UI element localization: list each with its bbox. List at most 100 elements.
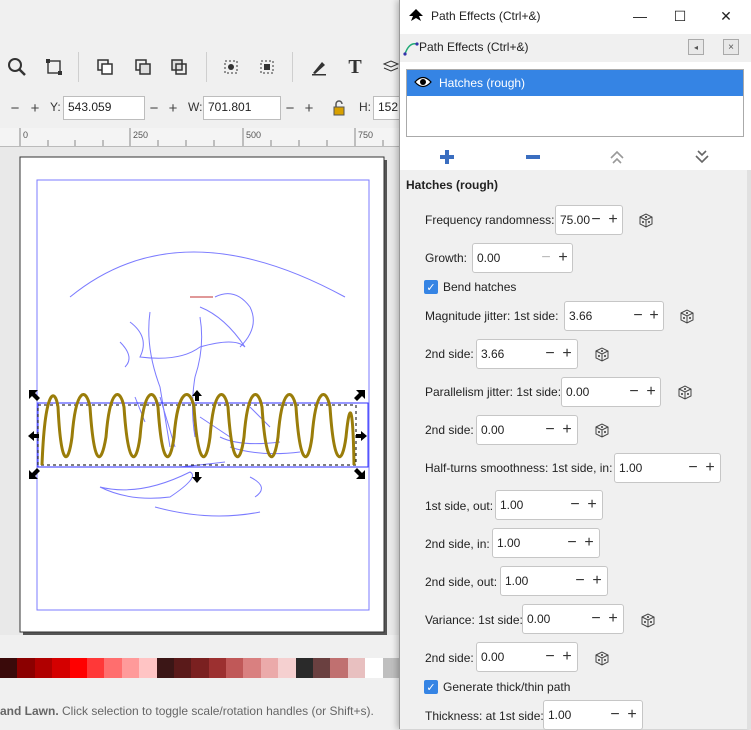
lock-icon[interactable] — [332, 100, 346, 119]
palette-swatch[interactable] — [365, 658, 383, 678]
palette-swatch[interactable] — [17, 658, 35, 678]
increment-button[interactable]: + — [699, 454, 721, 482]
bend-hatches-checkbox[interactable]: ✓ — [424, 280, 438, 294]
spinner-value[interactable]: 1.00 — [505, 574, 528, 588]
move-down-button[interactable] — [690, 145, 714, 169]
spinner-value[interactable]: 0.00 — [481, 423, 504, 437]
palette-swatch[interactable] — [173, 658, 192, 678]
palette-swatch[interactable] — [86, 658, 105, 678]
spinner-value[interactable]: 0.00 — [527, 612, 550, 626]
palette-swatch[interactable] — [295, 658, 314, 678]
half-turns-1st-out-spinner[interactable]: 1.00 − + — [495, 490, 603, 520]
randomize-dice-icon[interactable] — [594, 650, 610, 666]
randomize-dice-icon[interactable] — [594, 346, 610, 362]
y-input[interactable]: 543.059 — [63, 96, 145, 120]
half-turns-2nd-in-spinner[interactable]: 1.00 − + — [492, 528, 600, 558]
magnitude-jitter-2nd-spinner[interactable]: 3.66 − + — [476, 339, 578, 369]
growth-spinner[interactable]: 0.00 − + — [472, 243, 573, 273]
palette-swatch[interactable] — [156, 658, 174, 678]
increment-button[interactable]: + — [621, 701, 643, 729]
window-titlebar[interactable]: Path Effects (Ctrl+&) — ☐ ✕ — [400, 0, 751, 32]
palette-swatch[interactable] — [0, 658, 18, 678]
palette-swatch[interactable] — [191, 658, 209, 678]
palette-swatch[interactable] — [121, 658, 140, 678]
y-increment-button[interactable]: + — [164, 96, 182, 120]
w-increment-button[interactable]: + — [300, 96, 318, 120]
half-turns-1st-in-spinner[interactable]: 1.00 − + — [614, 453, 721, 483]
variance-2nd-spinner[interactable]: 0.00 − + — [476, 642, 578, 672]
palette-swatch[interactable] — [139, 658, 157, 678]
clone-icon[interactable] — [132, 56, 154, 78]
dock-close-button[interactable]: × — [723, 39, 739, 55]
variance-1st-spinner[interactable]: 0.00 − + — [522, 604, 624, 634]
dock-iconify-button[interactable]: ◂ — [688, 39, 704, 55]
add-effect-button[interactable] — [435, 145, 459, 169]
frequency-randomness-spinner[interactable]: 75.00 − + — [555, 205, 623, 235]
increment-button[interactable]: + — [556, 416, 578, 444]
palette-swatch[interactable] — [243, 658, 261, 678]
half-turns-2nd-out-spinner[interactable]: 1.00 − + — [500, 566, 608, 596]
thickness-1st-spinner[interactable]: 1.00 − + — [543, 700, 643, 730]
x-increment-button[interactable]: + — [26, 96, 44, 120]
move-up-button[interactable] — [605, 145, 629, 169]
spinner-value[interactable]: 0.00 — [566, 385, 589, 399]
spinner-value[interactable]: 1.00 — [548, 708, 571, 722]
y-decrement-button[interactable]: − — [145, 96, 163, 120]
randomize-dice-icon[interactable] — [638, 212, 654, 228]
palette-swatch[interactable] — [347, 658, 366, 678]
w-decrement-button[interactable]: − — [281, 96, 299, 120]
generate-thick-thin-checkbox[interactable]: ✓ — [424, 680, 438, 694]
group-icon[interactable] — [256, 56, 278, 78]
palette-swatch[interactable] — [382, 658, 400, 678]
palette-swatch[interactable] — [69, 658, 87, 678]
increment-button[interactable]: + — [602, 206, 624, 234]
color-palette[interactable] — [0, 658, 400, 678]
parallelism-jitter-1st-spinner[interactable]: 0.00 − + — [561, 377, 661, 407]
increment-button[interactable]: + — [552, 244, 574, 272]
panel-scrollbar[interactable] — [747, 170, 751, 729]
spinner-value[interactable]: 3.66 — [569, 309, 592, 323]
spinner-value[interactable]: 1.00 — [497, 536, 520, 550]
spinner-value[interactable]: 0.00 — [477, 251, 500, 265]
palette-swatch[interactable] — [52, 658, 70, 678]
palette-swatch[interactable] — [34, 658, 53, 678]
parallelism-jitter-2nd-spinner[interactable]: 0.00 − + — [476, 415, 578, 445]
x-decrement-button[interactable]: − — [6, 96, 24, 120]
maximize-button[interactable]: ☐ — [670, 6, 690, 26]
increment-button[interactable]: + — [556, 643, 578, 671]
spinner-value[interactable]: 0.00 — [481, 650, 504, 664]
list-item[interactable]: Hatches (rough) — [407, 70, 743, 96]
randomize-dice-icon[interactable] — [640, 612, 656, 628]
spinner-value[interactable]: 1.00 — [619, 461, 642, 475]
magnitude-jitter-1st-spinner[interactable]: 3.66 − + — [564, 301, 664, 331]
randomize-dice-icon[interactable] — [679, 308, 695, 324]
duplicate-icon[interactable] — [94, 56, 116, 78]
palette-swatch[interactable] — [278, 658, 296, 678]
drawing-canvas[interactable] — [0, 147, 400, 635]
minimize-button[interactable]: — — [630, 6, 650, 26]
increment-button[interactable]: + — [556, 340, 578, 368]
palette-swatch[interactable] — [330, 658, 348, 678]
palette-swatch[interactable] — [104, 658, 122, 678]
eye-icon[interactable] — [414, 75, 432, 92]
randomize-dice-icon[interactable] — [677, 384, 693, 400]
spinner-value[interactable]: 3.66 — [481, 347, 504, 361]
increment-button[interactable]: + — [602, 605, 624, 633]
randomize-dice-icon[interactable] — [594, 422, 610, 438]
palette-swatch[interactable] — [313, 658, 331, 678]
increment-button[interactable]: + — [578, 529, 600, 557]
spinner-value[interactable]: 1.00 — [500, 498, 523, 512]
close-button[interactable]: ✕ — [716, 6, 736, 26]
pen-icon[interactable] — [308, 56, 330, 78]
w-input[interactable]: 701.801 — [203, 96, 281, 120]
zoom-selection-icon[interactable] — [6, 56, 28, 78]
text-tool-icon[interactable]: T — [344, 56, 366, 78]
effects-list[interactable]: Hatches (rough) — [406, 69, 744, 137]
increment-button[interactable]: + — [581, 491, 603, 519]
bbox-icon[interactable] — [43, 56, 65, 78]
remove-effect-button[interactable] — [521, 145, 545, 169]
unlink-clone-icon[interactable] — [168, 56, 190, 78]
increment-button[interactable]: + — [586, 567, 608, 595]
increment-button[interactable]: + — [643, 302, 665, 330]
palette-swatch[interactable] — [208, 658, 227, 678]
